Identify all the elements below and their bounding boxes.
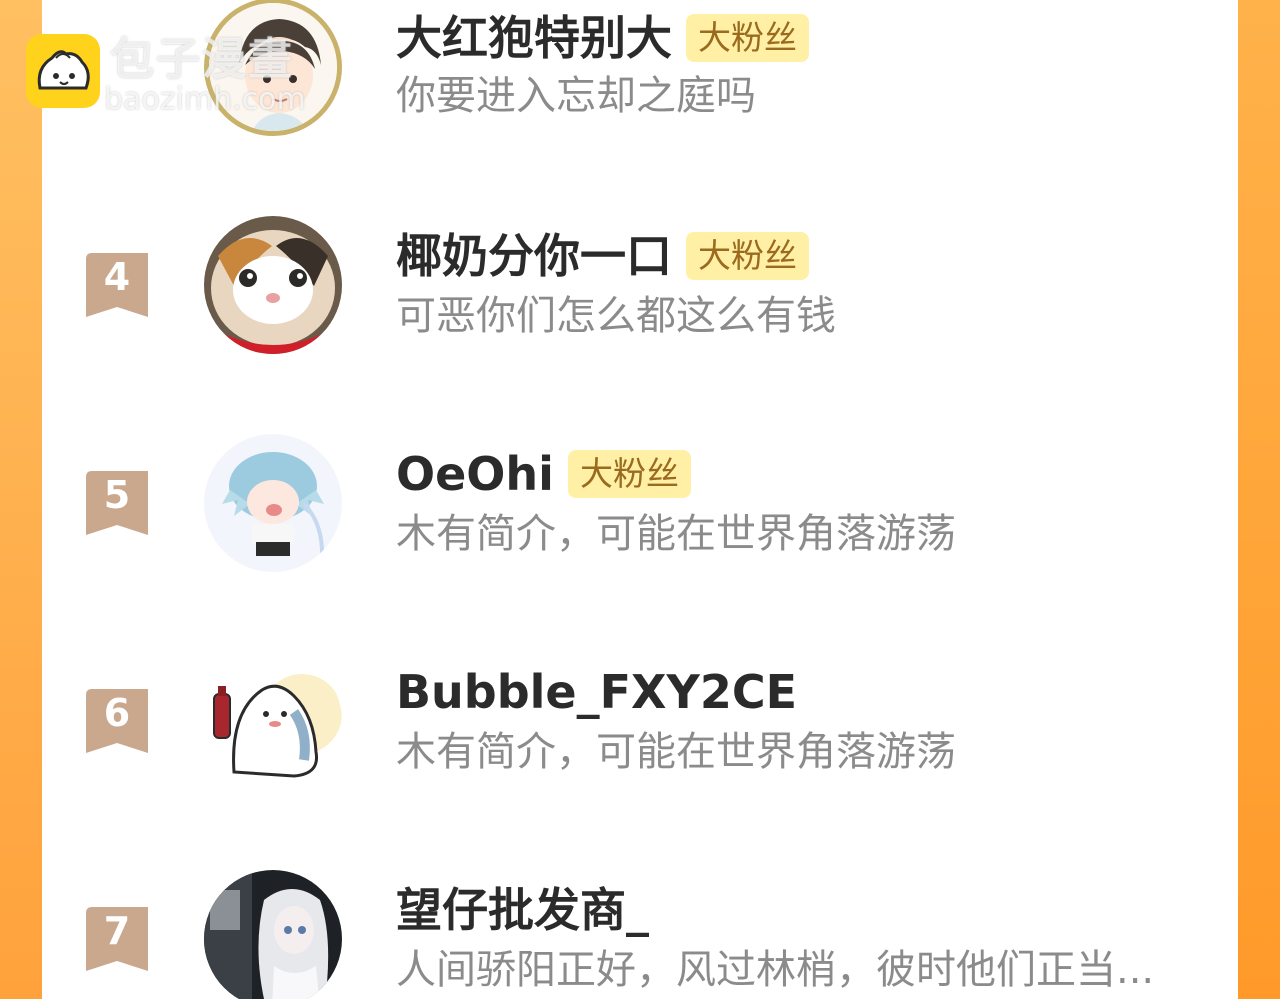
fan-name[interactable]: Bubble_FXY2CE bbox=[396, 664, 797, 720]
fan-badge: 大粉丝 bbox=[686, 232, 809, 280]
avatar-shark-cartoon[interactable] bbox=[204, 652, 342, 790]
fan-bio: 可恶你们怎么都这么有钱 bbox=[396, 293, 836, 339]
fan-name[interactable]: 椰奶分你一口 bbox=[396, 228, 672, 284]
rank-ribbon: 5 bbox=[86, 471, 148, 535]
fan-bio: 木有简介，可能在世界角落游荡 bbox=[396, 511, 956, 557]
avatar-chibi-character[interactable] bbox=[204, 434, 342, 572]
rank-ribbon: 6 bbox=[86, 689, 148, 753]
rank-number: 6 bbox=[103, 691, 131, 735]
fan-row[interactable]: 4 椰奶分你一口 大粉丝 可恶你们怎么都这么有钱 bbox=[42, 216, 1238, 366]
fan-bio: 木有简介，可能在世界角落游荡 bbox=[396, 729, 956, 775]
name-line: OeOhi 大粉丝 bbox=[396, 446, 691, 502]
avatar-doll-photo[interactable] bbox=[204, 870, 342, 999]
name-line: 大红狍特别大 大粉丝 bbox=[396, 10, 809, 66]
watermark-title: 包子漫畫 bbox=[110, 34, 294, 85]
rank-number: 5 bbox=[103, 473, 131, 517]
fan-ranking-panel: 大红狍特别大 大粉丝 你要进入忘却之庭吗 4 椰奶分你一口 大粉丝 可恶你们怎么… bbox=[42, 0, 1238, 999]
fan-bio: 你要进入忘却之庭吗 bbox=[396, 73, 756, 119]
fan-name[interactable]: 望仔批发商_ bbox=[396, 882, 649, 938]
fan-row[interactable]: 6 Bubble_FXY2CE 木有简介，可能在世界角落游荡 bbox=[42, 652, 1238, 802]
fan-row[interactable]: 7 望仔批发商_ 人间骄阳正好，风过林梢，彼时他们正当... bbox=[42, 870, 1238, 999]
rank-number: 7 bbox=[103, 909, 131, 953]
site-watermark: 包子漫畫 baozimh.com bbox=[24, 32, 324, 117]
right-border bbox=[1238, 0, 1280, 999]
watermark-subtitle: baozimh.com bbox=[104, 82, 306, 117]
rank-ribbon: 4 bbox=[86, 253, 148, 317]
rank-number: 4 bbox=[103, 255, 131, 299]
bun-logo-icon bbox=[26, 34, 100, 108]
fan-row[interactable]: 5 OeOhi 大粉丝 木有简介，可能在世界角落游荡 bbox=[42, 434, 1238, 584]
fan-name[interactable]: OeOhi bbox=[396, 446, 554, 502]
fan-name[interactable]: 大红狍特别大 bbox=[396, 10, 672, 66]
left-border bbox=[0, 0, 42, 999]
rank-ribbon: 7 bbox=[86, 907, 148, 971]
fan-badge: 大粉丝 bbox=[686, 14, 809, 62]
name-line: Bubble_FXY2CE bbox=[396, 664, 797, 720]
name-line: 椰奶分你一口 大粉丝 bbox=[396, 228, 809, 284]
fan-bio: 人间骄阳正好，风过林梢，彼时他们正当... bbox=[396, 947, 1155, 993]
fan-badge: 大粉丝 bbox=[567, 450, 691, 498]
avatar-cat-photo[interactable] bbox=[204, 216, 342, 354]
name-line: 望仔批发商_ bbox=[396, 882, 649, 938]
